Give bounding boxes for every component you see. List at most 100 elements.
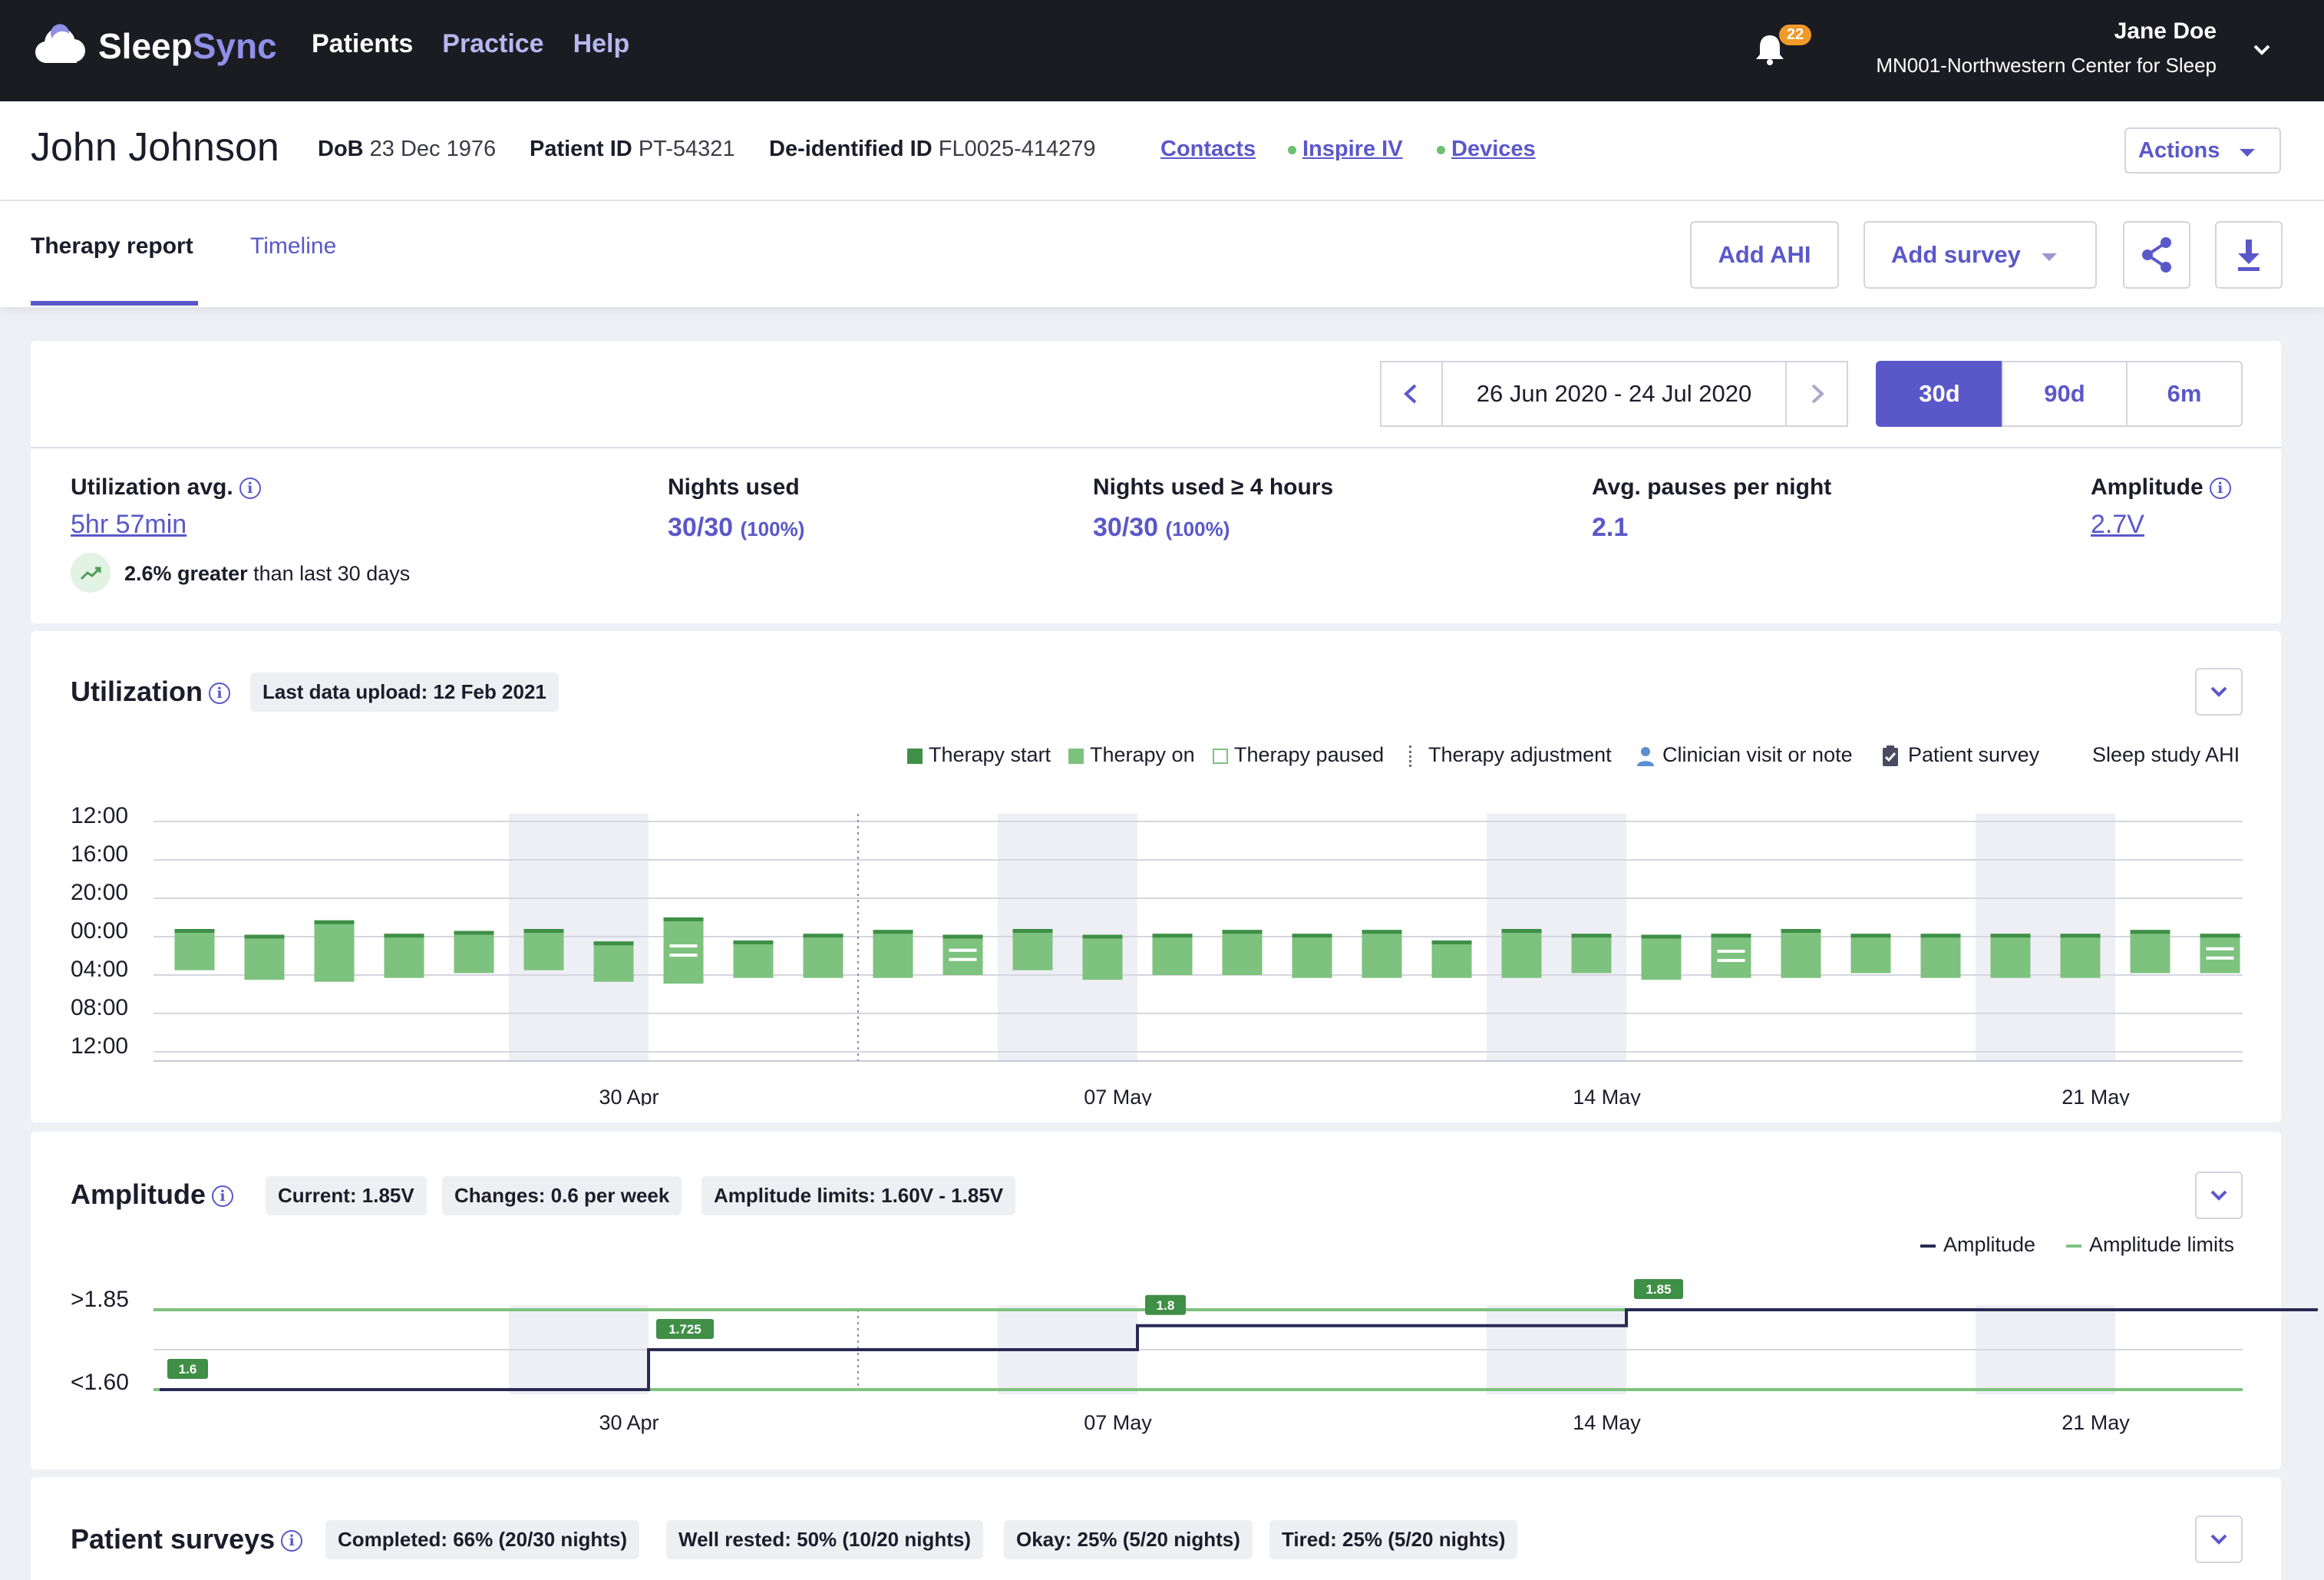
range-90d-button[interactable]: 90d [2002, 361, 2128, 427]
dob-label: DoB [318, 137, 364, 161]
range-30d-button[interactable]: 30d [1876, 361, 2003, 427]
share-button[interactable] [2123, 221, 2190, 289]
therapy-on-bar [454, 930, 494, 973]
patient-id-value: PT-54321 [638, 137, 735, 161]
legend-clinician-visit-label: Clinician visit or note [1662, 743, 1853, 766]
amplitude-data-label: 1.6 [179, 1362, 197, 1377]
info-icon[interactable]: i [208, 683, 230, 705]
therapy-paused-swatch [1213, 748, 1228, 764]
devices-link[interactable]: Devices [1437, 137, 1536, 162]
nights-used-value: 30/30 (100%) [668, 513, 804, 543]
therapy-start-mark [174, 929, 215, 933]
previous-range-button[interactable] [1380, 361, 1443, 427]
y-tick-label: 00:00 [71, 918, 128, 944]
add-survey-button[interactable]: Add survey [1863, 221, 2097, 289]
amplitude-swatch [1920, 1244, 1936, 1248]
therapy-start-mark [1711, 934, 1751, 938]
therapy-paused-mark [949, 957, 977, 961]
actions-label: Actions [2138, 138, 2220, 163]
tab-therapy-report[interactable]: Therapy report [31, 233, 193, 259]
active-tab-indicator [31, 301, 198, 306]
legend-sleep-study-ahi: Sleep study AHI [2092, 743, 2240, 766]
therapy-on-bar [733, 940, 774, 978]
info-icon[interactable]: i [212, 1185, 233, 1208]
x-tick-label: 14 May [1573, 1411, 1641, 1434]
patient-surveys-title: Patient surveys i [71, 1523, 303, 1555]
tab-timeline[interactable]: Timeline [250, 233, 336, 259]
therapy-on-bar [1920, 934, 1961, 978]
user-name[interactable]: Jane Doe [2114, 18, 2217, 45]
surveys-well-rested-chip: Well rested: 50% (10/20 nights) [666, 1520, 983, 1559]
therapy-on-bar [593, 941, 634, 982]
range-6m-button[interactable]: 6m [2126, 361, 2243, 427]
date-range-display[interactable]: 26 Jun 2020 - 24 Jul 2020 [1443, 361, 1785, 427]
utilization-avg-value[interactable]: 5hr 57min [71, 510, 187, 540]
therapy-paused-mark [1717, 950, 1745, 953]
therapy-on-bar [1012, 929, 1053, 970]
chevron-down-icon[interactable] [2250, 38, 2273, 61]
collapse-amplitude-button[interactable] [2195, 1172, 2243, 1219]
therapy-on-bar [1850, 934, 1891, 973]
therapy-start-mark [873, 930, 913, 934]
amplitude-value[interactable]: 2.7V [2091, 510, 2144, 540]
chevron-down-icon [2210, 1190, 2227, 1201]
utilization-avg-label: Utilization avg. i [71, 474, 261, 501]
therapy-on-bar [2060, 934, 2101, 978]
therapy-start-mark [1641, 934, 1682, 939]
info-icon[interactable]: i [2209, 478, 2231, 500]
amplitude-data-label: 1.85 [1646, 1282, 1671, 1297]
inspire-iv-link[interactable]: Inspire IV [1288, 137, 1403, 162]
therapy-start-mark [2130, 930, 2170, 934]
utilization-title: Utilization i [71, 676, 230, 708]
nav-help[interactable]: Help [573, 29, 630, 59]
top-navigation-bar: Sleep Sync Patients Practice Help 22 Jane… [0, 0, 2324, 101]
chevron-right-icon [1811, 384, 1824, 404]
surveys-tired-chip: Tired: 25% (5/20 nights) [1269, 1520, 1518, 1559]
user-organization[interactable]: MN001-Northwestern Center for Sleep [1876, 54, 2217, 78]
download-button[interactable] [2215, 221, 2283, 289]
status-dot [1288, 145, 1296, 154]
info-icon[interactable]: i [281, 1530, 303, 1552]
legend-amplitude-label: Amplitude [1943, 1233, 2036, 1256]
legend-therapy-start-label: Therapy start [929, 743, 1051, 766]
x-tick-label: 14 May [1573, 1086, 1641, 1106]
therapy-start-mark [384, 934, 424, 938]
avg-pauses-label: Avg. pauses per night [1592, 474, 1832, 500]
x-tick-label: 07 May [1084, 1411, 1152, 1434]
legend-amplitude: Amplitude [1920, 1233, 2035, 1257]
therapy-start-mark [663, 917, 704, 921]
sleepsync-logo[interactable]: Sleep Sync [29, 23, 277, 69]
actions-dropdown-button[interactable]: Actions [2124, 127, 2281, 174]
nav-patients[interactable]: Patients [312, 29, 413, 59]
amplitude-data-label: 1.8 [1157, 1298, 1175, 1313]
nav-practice[interactable]: Practice [442, 29, 543, 59]
utilization-chart: 12:00 16:00 20:00 00:00 04:00 08:00 12:00 30 Ap… [71, 803, 2243, 1106]
nights-used-label: Nights used [668, 474, 800, 500]
therapy-paused-mark [949, 948, 977, 952]
therapy-on-bar [663, 917, 704, 984]
therapy-start-mark [454, 930, 494, 935]
therapy-start-mark [1362, 930, 1402, 934]
therapy-start-mark [1990, 934, 2031, 938]
patient-surveys-title-text: Patient surveys [71, 1523, 276, 1555]
x-tick-label: 30 Apr [599, 1086, 659, 1106]
therapy-start-mark [2060, 934, 2101, 938]
patient-id-label: Patient ID [530, 137, 632, 161]
contacts-link[interactable]: Contacts [1160, 137, 1256, 162]
add-ahi-button[interactable]: Add AHI [1690, 221, 1839, 289]
therapy-start-mark [593, 941, 634, 946]
y-tick-label: <1.60 [71, 1370, 129, 1395]
y-tick-label: 20:00 [71, 880, 128, 905]
therapy-paused-mark [669, 954, 698, 957]
therapy-on-bar [523, 929, 564, 970]
amplitude-limits-chip: Amplitude limits: 1.60V - 1.85V [701, 1176, 1016, 1215]
collapse-surveys-button[interactable] [2195, 1516, 2243, 1563]
info-icon[interactable]: i [239, 478, 261, 500]
therapy-start-mark [803, 934, 843, 938]
amplitude-chart: >1.85 <1.60 1.6 1.725 1.8 1.85 30 Apr 07 May 14 … [71, 1279, 2318, 1434]
therapy-on-bar [1641, 934, 1682, 980]
next-range-button[interactable] [1785, 361, 1848, 427]
x-tick-label: 21 May [2062, 1086, 2130, 1106]
collapse-utilization-button[interactable] [2195, 668, 2243, 716]
amplitude-label-text: Amplitude [2091, 474, 2204, 500]
